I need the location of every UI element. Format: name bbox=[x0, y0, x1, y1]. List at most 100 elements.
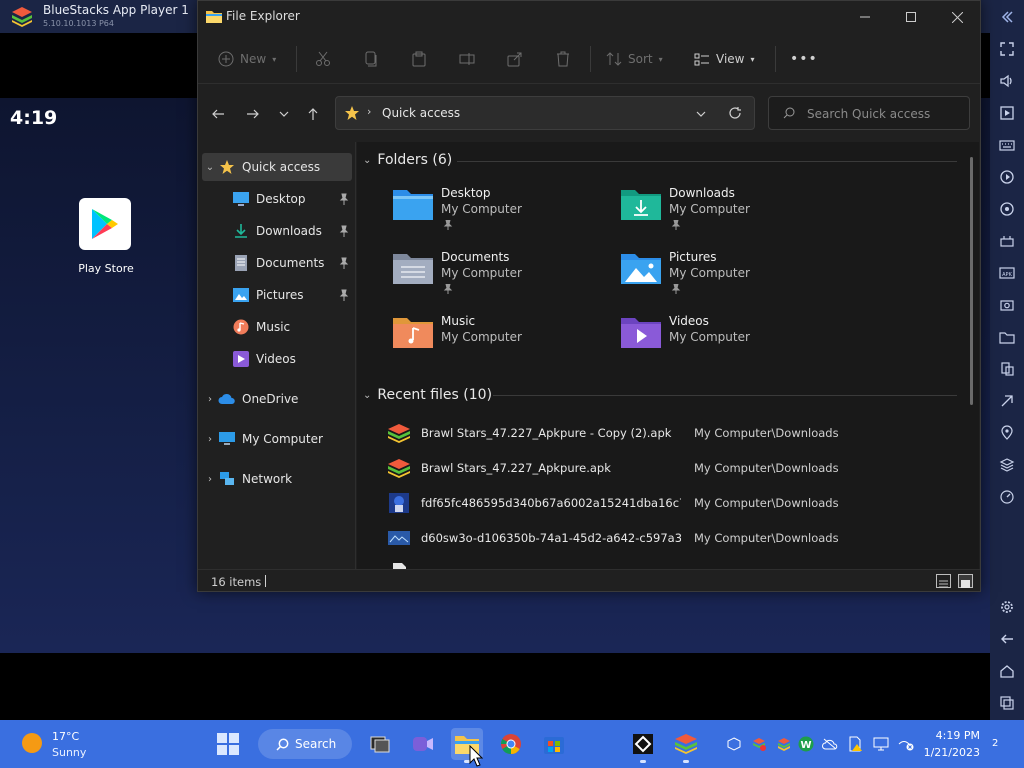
folder-pictures[interactable]: Pictures My Computer bbox=[619, 248, 829, 308]
fullscreen-icon[interactable] bbox=[999, 41, 1015, 57]
folder-music[interactable]: Music My Computer bbox=[391, 312, 601, 372]
search-input[interactable] bbox=[807, 105, 957, 123]
recent-file-row-partial[interactable] bbox=[387, 561, 967, 569]
up-button[interactable] bbox=[302, 103, 324, 125]
recent-file-row[interactable]: Brawl Stars_47.227_Apkpure.apk My Comput… bbox=[387, 456, 967, 480]
chevron-down-icon[interactable] bbox=[696, 109, 706, 119]
app-launcher-button[interactable] bbox=[627, 728, 659, 763]
bluestacks-taskbar-button[interactable] bbox=[670, 728, 702, 763]
notification-count-badge[interactable]: 2 bbox=[992, 738, 998, 749]
task-view-button[interactable] bbox=[364, 728, 396, 760]
minimize-button[interactable] bbox=[842, 1, 888, 33]
chevron-down-icon[interactable]: ⌄ bbox=[363, 155, 371, 166]
nav-item-videos[interactable]: Videos bbox=[202, 345, 352, 373]
recent-apps-icon[interactable] bbox=[999, 695, 1015, 711]
tray-network-alert-icon[interactable] bbox=[898, 736, 914, 752]
chrome-button[interactable] bbox=[495, 728, 527, 760]
taskbar-clock-time[interactable]: 4:19 PM bbox=[920, 729, 980, 742]
teams-chat-button[interactable] bbox=[407, 728, 439, 760]
weather-condition[interactable]: Sunny bbox=[52, 746, 86, 759]
cloud-icon bbox=[218, 391, 236, 407]
tray-warning-icon[interactable] bbox=[847, 736, 863, 752]
taskbar-clock-date[interactable]: 1/21/2023 bbox=[920, 746, 980, 759]
folders-section-header[interactable]: ⌄ Folders (6) bbox=[363, 152, 452, 168]
tray-bluestacks-alert-icon[interactable] bbox=[751, 736, 767, 752]
nav-item-quick-access[interactable]: ⌄ Quick access bbox=[202, 153, 352, 181]
nav-item-desktop[interactable]: Desktop bbox=[202, 185, 352, 213]
explorer-titlebar[interactable]: File Explorer bbox=[198, 1, 980, 33]
multi-instance-icon[interactable] bbox=[999, 361, 1015, 377]
tray-display-icon[interactable] bbox=[873, 736, 889, 752]
nav-item-my-computer[interactable]: › My Computer bbox=[202, 425, 352, 453]
forward-button[interactable] bbox=[242, 103, 264, 125]
folder-desktop[interactable]: Desktop My Computer bbox=[391, 184, 601, 244]
nav-item-downloads[interactable]: Downloads bbox=[202, 217, 352, 245]
nav-item-onedrive[interactable]: › OneDrive bbox=[202, 385, 352, 413]
view-button[interactable]: View ▾ bbox=[694, 47, 755, 71]
back-button[interactable] bbox=[207, 103, 229, 125]
sun-icon[interactable] bbox=[22, 733, 42, 753]
settings-icon[interactable] bbox=[999, 599, 1015, 615]
folder-downloads[interactable]: Downloads My Computer bbox=[619, 184, 829, 244]
recent-file-row[interactable]: fdf65fc486595d340b67a6002a15241dba16c72a… bbox=[387, 491, 967, 515]
recent-file-row[interactable]: Brawl Stars_47.227_Apkpure - Copy (2).ap… bbox=[387, 421, 967, 445]
recent-locations-button[interactable] bbox=[273, 103, 295, 125]
volume-icon[interactable] bbox=[999, 73, 1015, 89]
chevron-right-icon[interactable]: › bbox=[202, 434, 218, 445]
game-controls-icon[interactable] bbox=[999, 233, 1015, 249]
tray-bluestacks-icon[interactable] bbox=[776, 736, 792, 752]
new-button[interactable]: New ▾ bbox=[218, 47, 276, 71]
more-options-button[interactable]: ••• bbox=[790, 47, 818, 71]
bluestacks-sidebar: APK bbox=[990, 0, 1024, 720]
refresh-icon[interactable] bbox=[728, 106, 742, 120]
rename-button[interactable] bbox=[459, 47, 475, 71]
keyboard-icon[interactable] bbox=[999, 137, 1015, 153]
nav-item-documents[interactable]: Documents bbox=[202, 249, 352, 277]
content-scrollbar[interactable] bbox=[970, 157, 973, 405]
folder-icon[interactable] bbox=[999, 329, 1015, 345]
address-bar[interactable]: › Quick access bbox=[335, 96, 755, 130]
search-box[interactable] bbox=[768, 96, 970, 130]
apk-install-icon[interactable]: APK bbox=[999, 265, 1015, 281]
home-icon[interactable] bbox=[999, 663, 1015, 679]
weather-temperature[interactable]: 17°C bbox=[52, 730, 79, 743]
sort-button[interactable]: Sort ▾ bbox=[606, 47, 663, 71]
cut-button[interactable] bbox=[315, 47, 331, 71]
collapse-sidebar-icon[interactable] bbox=[999, 9, 1015, 25]
macro-icon[interactable] bbox=[999, 169, 1015, 185]
chevron-right-icon[interactable]: › bbox=[202, 394, 218, 405]
chevron-down-icon[interactable]: ⌄ bbox=[363, 390, 371, 401]
folder-videos[interactable]: Videos My Computer bbox=[619, 312, 829, 372]
chevron-right-icon[interactable]: › bbox=[202, 474, 218, 485]
chevron-down-icon[interactable]: ⌄ bbox=[202, 162, 218, 173]
tray-box-icon[interactable] bbox=[726, 736, 742, 752]
tiles-view-button[interactable] bbox=[958, 574, 973, 588]
back-icon[interactable] bbox=[999, 631, 1015, 647]
recent-file-row[interactable]: d60sw3o-d106350b-74a1-45d2-a642-c597a3de… bbox=[387, 526, 967, 550]
nav-item-music[interactable]: Music bbox=[202, 313, 352, 341]
start-button[interactable] bbox=[212, 728, 244, 760]
sync-icon[interactable] bbox=[999, 201, 1015, 217]
nav-item-network[interactable]: › Network bbox=[202, 465, 352, 493]
maximize-button[interactable] bbox=[888, 1, 934, 33]
recent-files-section-header[interactable]: ⌄ Recent files (10) bbox=[363, 387, 492, 403]
performance-icon[interactable] bbox=[999, 489, 1015, 505]
details-view-button[interactable] bbox=[936, 574, 951, 588]
screenshot-icon[interactable] bbox=[999, 297, 1015, 313]
tray-onedrive-offline-icon[interactable] bbox=[822, 736, 838, 752]
microsoft-store-button[interactable] bbox=[538, 728, 570, 760]
paste-button[interactable] bbox=[411, 47, 427, 71]
close-button[interactable] bbox=[934, 1, 980, 33]
nav-item-pictures[interactable]: Pictures bbox=[202, 281, 352, 309]
folder-documents[interactable]: Documents My Computer bbox=[391, 248, 601, 308]
location-icon[interactable] bbox=[999, 425, 1015, 441]
play-store-app[interactable] bbox=[79, 198, 131, 250]
copy-button[interactable] bbox=[363, 47, 379, 71]
tray-green-app-icon[interactable]: W bbox=[798, 736, 814, 752]
eco-mode-icon[interactable] bbox=[999, 393, 1015, 409]
layers-icon[interactable] bbox=[999, 457, 1015, 473]
screen-record-icon[interactable] bbox=[999, 105, 1015, 121]
delete-button[interactable] bbox=[555, 47, 571, 71]
taskbar-search-button[interactable]: Search bbox=[258, 729, 352, 759]
share-button[interactable] bbox=[507, 47, 523, 71]
